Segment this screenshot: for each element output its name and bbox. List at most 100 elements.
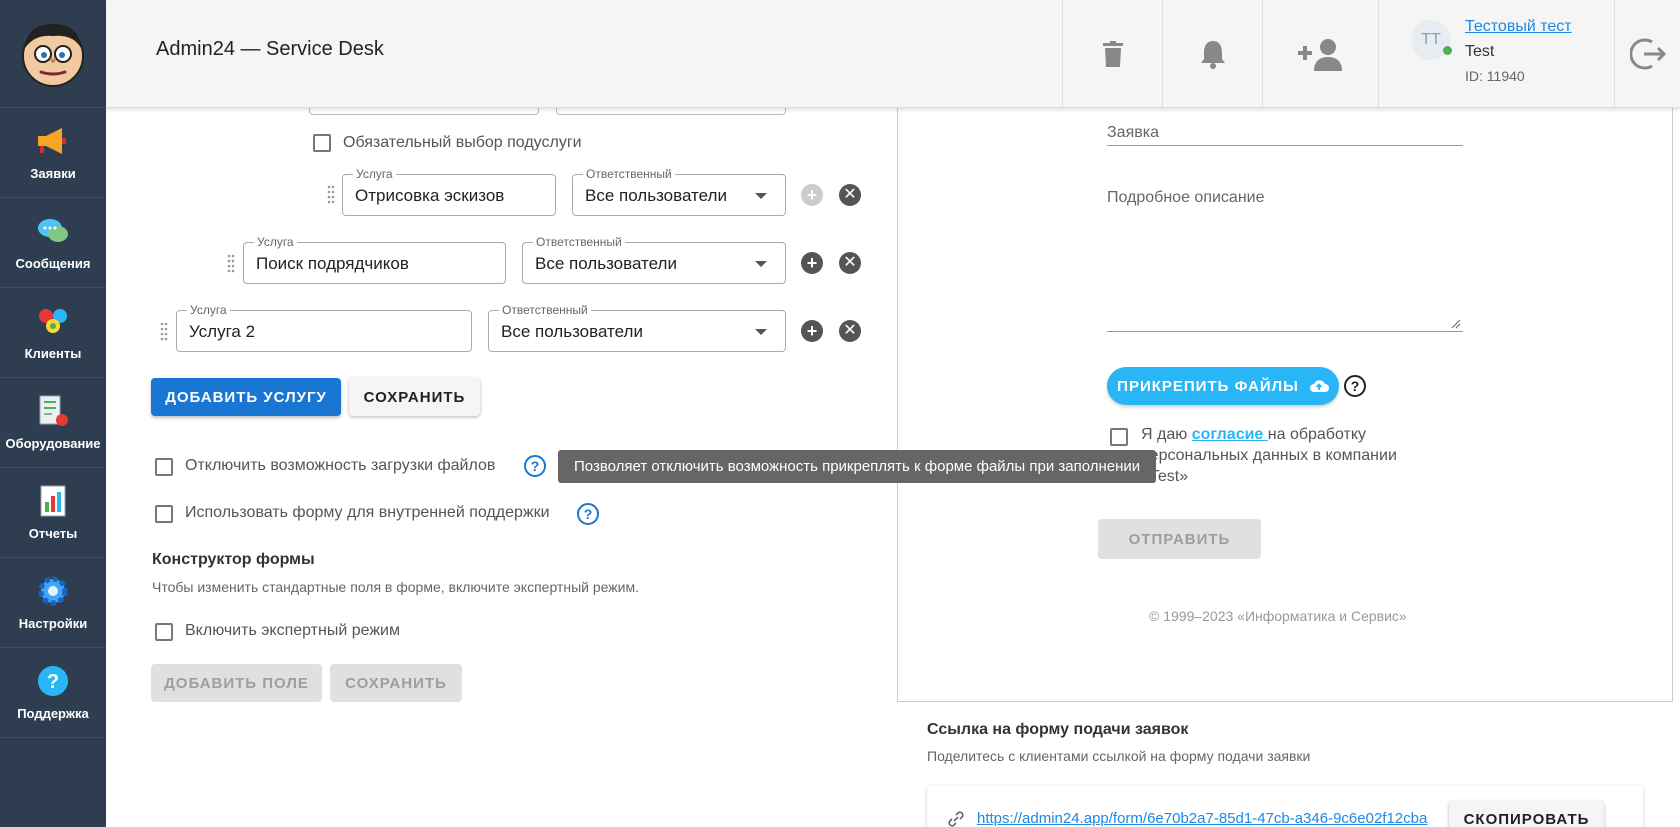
- sidebar-item-label: Сообщения: [15, 256, 91, 271]
- trash-icon: [1102, 41, 1123, 67]
- expert-mode-label: Включить экспертный режим: [185, 622, 400, 639]
- megaphone-icon: [36, 124, 70, 158]
- add-service-button[interactable]: ДОБАВИТЬ УСЛУГУ: [151, 378, 341, 416]
- sidebar-item-messages[interactable]: Сообщения: [0, 198, 106, 288]
- mandatory-subservice-checkbox[interactable]: [313, 134, 331, 152]
- responsible-select[interactable]: Ответственный Все пользователи: [522, 235, 786, 284]
- service-field-value: Услуга 2: [189, 322, 256, 341]
- logout-button[interactable]: [1614, 0, 1680, 108]
- add-user-icon: [1297, 39, 1342, 71]
- attach-files-button[interactable]: ПРИКРЕПИТЬ ФАЙЛЫ: [1107, 367, 1339, 405]
- user-name-link[interactable]: Тестовый тест: [1465, 18, 1572, 36]
- sidebar-item-settings[interactable]: Настройки: [0, 558, 106, 648]
- save-constructor-button[interactable]: СОХРАНИТЬ: [330, 664, 462, 702]
- drag-handle-icon[interactable]: [326, 184, 336, 204]
- chevron-down-icon: [755, 329, 767, 335]
- user-company: Test: [1465, 43, 1495, 60]
- service-field[interactable]: Услуга Поиск подрядчиков: [243, 235, 506, 284]
- responsible-value: Все пользователи: [535, 254, 677, 273]
- trash-button[interactable]: [1062, 0, 1162, 108]
- sidebar-item-label: Поддержка: [17, 706, 89, 721]
- internal-support-checkbox[interactable]: [155, 505, 173, 523]
- link-icon: [948, 811, 964, 827]
- user-id: ID: 11940: [1465, 68, 1525, 84]
- service-field-value: Поиск подрядчиков: [256, 254, 409, 273]
- description-field-label: Подробное описание: [1107, 189, 1265, 206]
- add-field-button[interactable]: ДОБАВИТЬ ПОЛЕ: [151, 664, 322, 702]
- consent-prefix: Я даю: [1141, 426, 1192, 443]
- remove-service-button[interactable]: ✕: [839, 252, 861, 274]
- drag-handle-icon[interactable]: [159, 321, 169, 341]
- service-field[interactable]: Услуга Отрисовка эскизов: [342, 167, 556, 216]
- logout-icon: [1629, 38, 1666, 70]
- plus-icon: +: [806, 321, 818, 341]
- responsible-label: Ответственный: [533, 235, 625, 249]
- resize-handle-icon[interactable]: [1451, 319, 1461, 329]
- disable-upload-checkbox[interactable]: [155, 458, 173, 476]
- remove-service-button[interactable]: ✕: [839, 320, 861, 342]
- sidebar-item-equipment[interactable]: Оборудование: [0, 378, 106, 468]
- request-field-label: Заявка: [1107, 124, 1159, 141]
- responsible-value: Все пользователи: [585, 186, 727, 205]
- page-title: Admin24 — Service Desk: [156, 38, 384, 60]
- form-constructor-title: Конструктор формы: [152, 551, 315, 568]
- notifications-button[interactable]: [1162, 0, 1262, 108]
- equipment-icon: [36, 394, 70, 428]
- responsible-select[interactable]: Ответственный Все пользователи: [488, 303, 786, 352]
- service-field-label: Услуга: [187, 303, 230, 317]
- responsible-value: Все пользователи: [501, 322, 643, 341]
- sidebar-item-reports[interactable]: Отчеты: [0, 468, 106, 558]
- submit-button[interactable]: ОТПРАВИТЬ: [1098, 519, 1261, 559]
- chevron-down-icon: [755, 193, 767, 199]
- responsible-select[interactable]: Ответственный Все пользователи: [572, 167, 786, 216]
- service-field-value: Отрисовка эскизов: [355, 186, 505, 205]
- copy-link-button[interactable]: СКОПИРОВАТЬ: [1449, 801, 1604, 827]
- sidebar-item-requests[interactable]: Заявки: [0, 108, 106, 198]
- consent-checkbox[interactable]: [1110, 428, 1128, 446]
- save-services-button[interactable]: СОХРАНИТЬ: [349, 378, 480, 416]
- service-field[interactable]: Услуга Услуга 2: [176, 303, 472, 352]
- online-status-icon: [1443, 46, 1452, 55]
- request-field[interactable]: Заявка: [1107, 124, 1463, 146]
- mandatory-subservice-label: Обязательный выбор подуслуги: [343, 134, 582, 151]
- add-subservice-button[interactable]: +: [801, 184, 823, 206]
- svg-text:?: ?: [47, 671, 59, 693]
- sidebar-item-label: Настройки: [18, 616, 88, 631]
- close-icon: ✕: [843, 254, 857, 271]
- service-field-label: Услуга: [353, 167, 396, 181]
- add-subservice-button[interactable]: +: [801, 252, 823, 274]
- internal-support-label: Использовать форму для внутренней поддер…: [185, 504, 550, 521]
- plus-icon: +: [806, 253, 818, 273]
- form-constructor-subtitle: Чтобы изменить стандартные поля в форме,…: [152, 579, 639, 595]
- help-icon: ?: [36, 664, 70, 698]
- responsible-label: Ответственный: [499, 303, 591, 317]
- gear-icon: [36, 574, 70, 608]
- bell-icon: [1200, 41, 1225, 69]
- consent-link[interactable]: согласие: [1192, 426, 1268, 443]
- remove-service-button[interactable]: ✕: [839, 184, 861, 206]
- plus-icon: +: [806, 185, 818, 205]
- close-icon: ✕: [843, 322, 857, 339]
- add-subservice-button[interactable]: +: [801, 320, 823, 342]
- share-link-subtitle: Поделитесь с клиентами ссылкой на форму …: [927, 748, 1311, 764]
- sidebar-item-support[interactable]: ? Поддержка: [0, 648, 106, 738]
- responsible-label: Ответственный: [583, 167, 675, 181]
- share-link-url[interactable]: https://admin24.app/form/6e70b2a7-85d1-4…: [977, 810, 1427, 827]
- chevron-down-icon: [755, 261, 767, 267]
- drag-handle-icon[interactable]: [226, 253, 236, 273]
- description-textarea[interactable]: Подробное описание: [1107, 189, 1463, 332]
- add-user-button[interactable]: [1262, 0, 1378, 108]
- close-icon: ✕: [843, 186, 857, 203]
- share-link-title: Ссылка на форму подачи заявок: [927, 721, 1189, 738]
- consent-text: Я даю согласие на обработку персональных…: [1141, 424, 1441, 487]
- sidebar-item-clients[interactable]: Клиенты: [0, 288, 106, 378]
- expert-mode-checkbox[interactable]: [155, 623, 173, 641]
- sidebar-item-label: Отчеты: [28, 526, 78, 541]
- tooltip: Позволяет отключить возможность прикрепл…: [558, 450, 1157, 483]
- sidebar-item-label: Заявки: [30, 166, 76, 181]
- help-icon[interactable]: ?: [524, 455, 546, 477]
- app-logo[interactable]: [0, 0, 106, 108]
- help-icon[interactable]: ?: [577, 503, 599, 525]
- report-chart-icon: [36, 484, 70, 518]
- help-icon[interactable]: ?: [1344, 375, 1366, 397]
